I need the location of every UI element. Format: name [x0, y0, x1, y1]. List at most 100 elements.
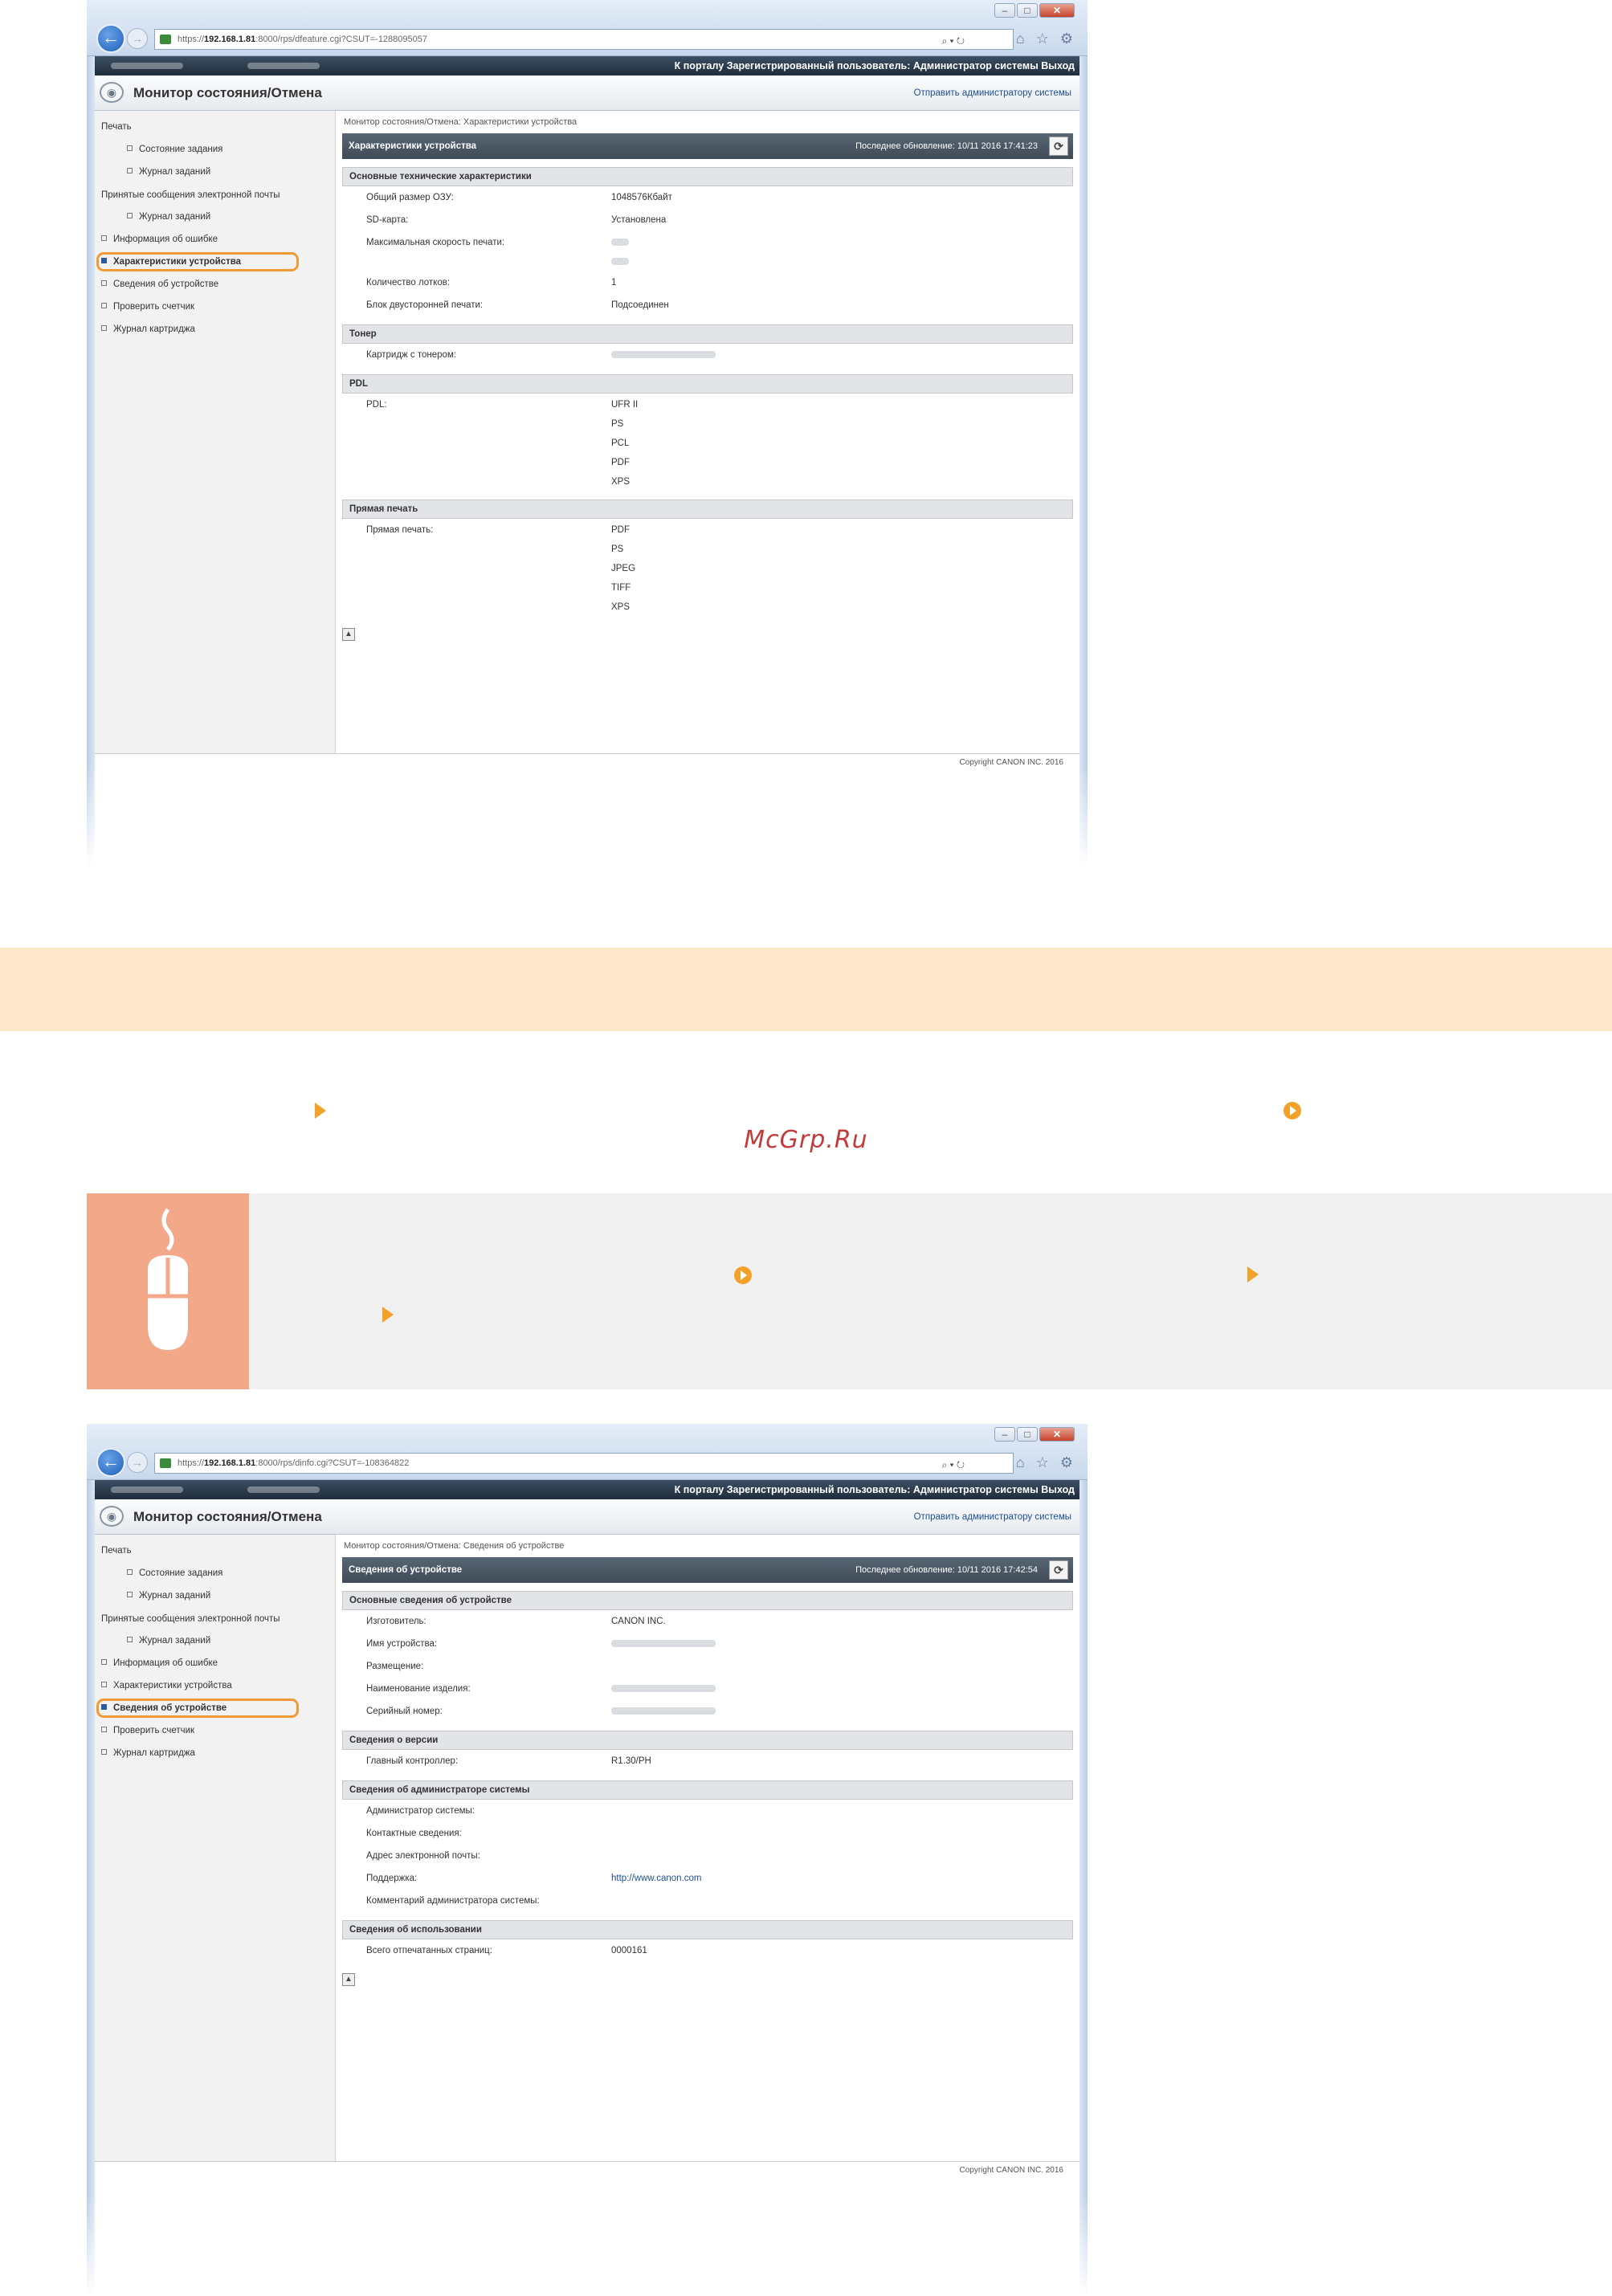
sidebar-item[interactable]: Сведения об устройстве	[95, 273, 335, 296]
info-value: Подсоединен	[611, 300, 669, 310]
scroll-top-icon[interactable]: ▲	[342, 1973, 355, 1986]
window-frame	[87, 0, 95, 867]
sidebar-item[interactable]: Характеристики устройства	[95, 1674, 335, 1697]
last-update-text: Последнее обновление: 10/11 2016 17:42:5…	[855, 1565, 1038, 1575]
info-label: PDL:	[366, 400, 387, 410]
minimize-icon[interactable]: –	[994, 1427, 1015, 1442]
topbar-links[interactable]: К порталу Зарегистрированный пользовател…	[675, 56, 1075, 75]
sidebar-item[interactable]: Журнал заданий	[95, 206, 335, 228]
settings-gear-icon[interactable]: ⚙	[1060, 31, 1073, 47]
maximize-icon[interactable]: □	[1017, 3, 1038, 18]
refresh-icon[interactable]: ⟳	[1049, 1560, 1068, 1580]
sidebar-item[interactable]: Журнал заданий	[95, 1584, 335, 1607]
sidebar-item[interactable]: Информация об ошибке	[95, 1652, 335, 1674]
search-refresh-icon[interactable]: ⌕ ▾ ↻	[941, 1455, 965, 1473]
window-controls: – □ ✕	[994, 1427, 1075, 1442]
info-value	[611, 233, 629, 252]
address-bar[interactable]: https://192.168.1.81:8000/rps/dinfo.cgi?…	[154, 1453, 1014, 1474]
sidebar: Печать Состояние задания Журнал заданий При…	[95, 111, 336, 753]
send-to-admin-link[interactable]: Отправить администратору системы	[914, 75, 1071, 111]
highlight-outline	[96, 252, 299, 271]
send-to-admin-link[interactable]: Отправить администратору системы	[914, 1499, 1071, 1535]
sidebar-item[interactable]: Информация об ошибке	[95, 228, 335, 251]
sidebar-item-label: Состояние задания	[139, 1568, 223, 1578]
info-label: Поддержка:	[366, 1874, 418, 1883]
info-label: Контактные сведения:	[366, 1829, 462, 1838]
panel-title: Сведения об устройстве	[349, 1565, 463, 1575]
info-row: Общий размер ОЗУ: 1048576Кбайт	[342, 186, 1073, 209]
browser-window-device-features: – □ ✕ ← → https://192.168.1.81:8000/rps/…	[87, 0, 1088, 867]
info-row: Адрес электронной почты:	[342, 1845, 1073, 1867]
sidebar-item-label: Сведения об устройстве	[113, 279, 219, 289]
sidebar-item[interactable]: Состояние задания	[95, 1562, 335, 1584]
sidebar-item[interactable]: Журнал картриджа	[95, 318, 335, 341]
sidebar-item[interactable]: Проверить счетчик	[95, 296, 335, 318]
refresh-icon[interactable]: ⟳	[1049, 137, 1068, 156]
info-label: Количество лотков:	[366, 278, 451, 288]
back-arrow-icon[interactable]: ←	[96, 24, 125, 53]
sidebar-item-label: Журнал картриджа	[113, 324, 195, 334]
bullet-icon	[127, 168, 133, 173]
home-icon[interactable]: ⌂	[1016, 1454, 1025, 1471]
copyright-text: Copyright CANON INC. 2016	[959, 2166, 1064, 2175]
step-heading-band	[0, 948, 1612, 1031]
info-label: Общий размер ОЗУ:	[366, 193, 454, 202]
section-header: Сведения об администраторе системы	[342, 1780, 1073, 1800]
url-prefix: https://	[178, 1458, 205, 1468]
step-arrow-icon	[1247, 1266, 1259, 1283]
redacted-value	[611, 1640, 716, 1648]
sidebar-item[interactable]: Характеристики устройства	[95, 251, 335, 273]
sidebar-item[interactable]: Состояние задания	[95, 138, 335, 161]
highlight-outline	[96, 1699, 299, 1718]
sidebar-item-label: Журнал заданий	[139, 212, 211, 222]
back-arrow-icon[interactable]: ←	[96, 1448, 125, 1477]
sidebar-item[interactable]: Проверить счетчик	[95, 1719, 335, 1742]
info-value: PCL	[611, 438, 630, 448]
redacted-value	[611, 258, 629, 266]
favorites-star-icon[interactable]: ☆	[1036, 1454, 1049, 1471]
link-arrow-icon[interactable]	[734, 1266, 752, 1284]
settings-gear-icon[interactable]: ⚙	[1060, 1454, 1073, 1471]
forward-arrow-icon[interactable]: →	[127, 28, 148, 49]
breadcrumb: Монитор состояния/Отмена: Сведения об ус…	[344, 1541, 565, 1551]
topbar-links[interactable]: К порталу Зарегистрированный пользовател…	[675, 1480, 1075, 1499]
site-favicon-icon	[160, 1458, 171, 1468]
info-row: Прямая печать: PDF PS JPEG TIFF XPS	[342, 519, 1073, 617]
watermark: McGrp.Ru	[744, 1126, 868, 1154]
sidebar-item[interactable]: Журнал заданий	[95, 161, 335, 183]
sidebar-item[interactable]: Журнал заданий	[95, 1629, 335, 1652]
info-value: JPEG	[611, 564, 636, 573]
scroll-top-icon[interactable]: ▲	[342, 628, 355, 641]
minimize-icon[interactable]: –	[994, 3, 1015, 18]
favorites-star-icon[interactable]: ☆	[1036, 31, 1049, 47]
forward-arrow-icon[interactable]: →	[127, 1452, 148, 1473]
status-monitor-icon: ◉	[100, 82, 124, 103]
maximize-icon[interactable]: □	[1017, 1427, 1038, 1442]
info-value: Установлена	[611, 215, 667, 225]
breadcrumb: Монитор состояния/Отмена: Характеристики…	[344, 117, 577, 127]
close-icon[interactable]: ✕	[1039, 1427, 1075, 1442]
section-header: PDL	[342, 374, 1073, 394]
info-row: Наименование изделия:	[342, 1678, 1073, 1700]
sidebar-item[interactable]: Сведения об устройстве	[95, 1697, 335, 1719]
home-icon[interactable]: ⌂	[1016, 31, 1025, 47]
footer-divider	[95, 753, 1079, 754]
portal-top-bar: К порталу Зарегистрированный пользовател…	[95, 1480, 1079, 1499]
info-values: Установлена	[611, 209, 666, 230]
bullet-icon	[101, 280, 107, 286]
link-arrow-icon[interactable]	[1283, 1102, 1301, 1119]
sidebar-item[interactable]: Журнал картриджа	[95, 1742, 335, 1764]
support-link[interactable]: http://www.canon.com	[611, 1869, 702, 1888]
info-label: Серийный номер:	[366, 1707, 443, 1716]
browser-window-device-info: – □ ✕ ← → https://192.168.1.81:8000/rps/…	[87, 1424, 1088, 2296]
address-bar[interactable]: https://192.168.1.81:8000/rps/dfeature.c…	[154, 29, 1014, 50]
search-refresh-icon[interactable]: ⌕ ▾ ↻	[941, 31, 965, 49]
bullet-icon	[101, 1682, 107, 1687]
info-section: PDL PDL: UFR II PS PCL PDF XPS	[342, 374, 1073, 491]
info-section: Сведения о версии Главный контроллер: R1.3…	[342, 1731, 1073, 1772]
bullet-icon	[101, 1659, 107, 1665]
info-label: Прямая печать:	[366, 525, 434, 535]
close-icon[interactable]: ✕	[1039, 3, 1075, 18]
section-header: Основные технические характеристики	[342, 167, 1073, 186]
sidebar-item-label: Журнал картриджа	[113, 1748, 195, 1758]
